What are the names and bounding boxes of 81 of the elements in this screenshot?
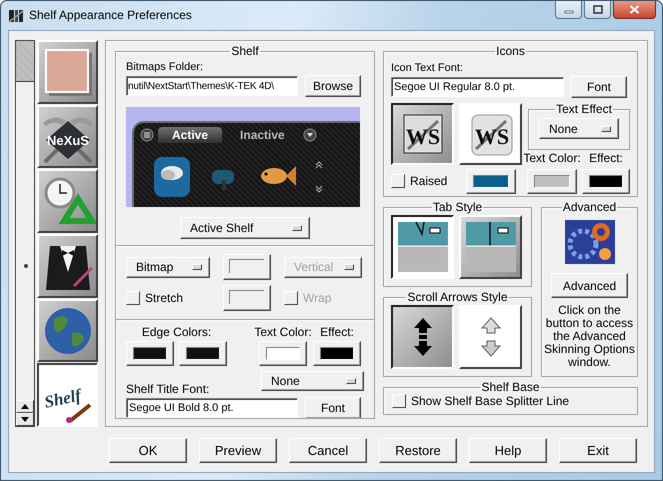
dropdown[interactable]: Active Shelf bbox=[180, 217, 310, 239]
label: Effect: bbox=[589, 152, 623, 165]
browse-button[interactable]: Browse bbox=[305, 75, 361, 97]
menu-icon bbox=[140, 128, 154, 142]
label: Shelf Title Font: bbox=[126, 383, 210, 396]
checkbox-label: Wrap bbox=[303, 291, 332, 305]
checkbox[interactable] bbox=[391, 174, 405, 188]
style-option[interactable] bbox=[391, 305, 454, 369]
checkbox-label: Show Shelf Base Splitter Line bbox=[411, 394, 570, 408]
text-field[interactable]: Segoe UI Regular 8.0 pt. bbox=[391, 77, 564, 97]
bitmap-picker-button[interactable] bbox=[223, 285, 271, 311]
close-button[interactable] bbox=[613, 1, 656, 19]
sidebar-tile[interactable] bbox=[37, 40, 98, 104]
dropdown-knob-icon bbox=[292, 225, 302, 231]
font-button[interactable]: Font bbox=[571, 76, 627, 98]
color-swatch-button[interactable] bbox=[466, 169, 516, 194]
color-swatch-button[interactable] bbox=[179, 341, 227, 366]
dropdown-circle-icon bbox=[302, 128, 317, 142]
label: Effect: bbox=[320, 326, 354, 339]
close-icon bbox=[629, 5, 640, 14]
color-swatch-button[interactable] bbox=[126, 341, 174, 366]
app-icon bbox=[8, 8, 24, 24]
checkbox-label: Raised bbox=[410, 174, 448, 188]
group-title: Tab Style bbox=[432, 201, 484, 214]
dialog-button[interactable]: Preview bbox=[199, 438, 277, 463]
minimize-button[interactable] bbox=[555, 1, 582, 19]
bitmap-picker-button[interactable] bbox=[223, 254, 271, 280]
dropdown[interactable]: None bbox=[261, 371, 364, 391]
color-swatch-button[interactable] bbox=[582, 169, 630, 194]
dropdown-knob-icon bbox=[192, 264, 202, 270]
arrows-drawing bbox=[412, 317, 432, 357]
gears-icon bbox=[564, 220, 614, 264]
checkbox[interactable] bbox=[392, 394, 406, 408]
sidebar-tile[interactable] bbox=[37, 169, 98, 234]
group-title: Icons bbox=[495, 45, 526, 58]
advanced-button[interactable]: Advanced bbox=[551, 273, 628, 298]
group-title: Advanced bbox=[562, 201, 618, 214]
dropdown[interactable]: None bbox=[539, 118, 619, 139]
checkbox[interactable] bbox=[126, 291, 140, 305]
dialog-button[interactable]: OK bbox=[109, 438, 187, 463]
checkbox-label: Stretch bbox=[145, 291, 184, 305]
window-title: Shelf Appearance Preferences bbox=[29, 8, 193, 22]
description-text: Click on the button to access the Advanced Skinning Options window. bbox=[544, 304, 635, 369]
scroll-position-icon bbox=[24, 264, 28, 268]
maximize-icon bbox=[592, 5, 602, 14]
dialog-button[interactable]: Help bbox=[469, 438, 547, 463]
label: Icon Text Font: bbox=[391, 62, 464, 75]
font-button[interactable]: Font bbox=[305, 397, 361, 418]
text-field[interactable]: Segoe UI Bold 8.0 pt. bbox=[126, 398, 298, 418]
group-title: Shelf bbox=[230, 45, 260, 58]
group-title: Shelf Base bbox=[480, 381, 541, 394]
tab-title: Inactive bbox=[239, 127, 286, 143]
maximize-button[interactable] bbox=[584, 1, 611, 19]
label: Edge Colors: bbox=[140, 326, 212, 339]
color-swatch-button[interactable] bbox=[527, 169, 577, 194]
scroll-down-button[interactable] bbox=[16, 413, 34, 426]
group-title: Scroll Arrows Style bbox=[406, 291, 509, 304]
dropdown-knob-icon bbox=[344, 264, 354, 270]
color-swatch-button[interactable] bbox=[259, 341, 307, 366]
sidebar-tile[interactable] bbox=[37, 234, 98, 298]
weather-icon bbox=[154, 157, 190, 197]
group-title: Text Effect bbox=[555, 103, 613, 116]
dropdown-knob-icon bbox=[601, 126, 611, 132]
tab-title: Active bbox=[158, 127, 222, 143]
style-option[interactable] bbox=[391, 215, 454, 279]
scroll-up-button[interactable] bbox=[16, 400, 34, 413]
arrows-drawing bbox=[480, 317, 500, 357]
down-arrow-icon bbox=[21, 417, 29, 422]
label: Text Color: bbox=[254, 326, 312, 339]
dialog-button[interactable]: Cancel bbox=[289, 438, 367, 463]
label: Text Color: bbox=[523, 152, 581, 165]
sidebar-tile[interactable] bbox=[37, 298, 98, 362]
color-swatch-button[interactable] bbox=[313, 341, 361, 366]
up-arrow-icon bbox=[21, 404, 29, 409]
dropdown[interactable]: Bitmap bbox=[126, 256, 210, 278]
label: Bitmaps Folder: bbox=[126, 61, 204, 74]
text-field[interactable]: nutil\NextStart\Themes\K-TEK 4D\ bbox=[126, 76, 298, 96]
dialog-button[interactable]: Exit bbox=[559, 438, 637, 463]
scrollbar-thumb[interactable] bbox=[16, 41, 34, 82]
dropdown-knob-icon bbox=[346, 378, 356, 384]
dialog-button[interactable]: Restore bbox=[379, 438, 457, 463]
